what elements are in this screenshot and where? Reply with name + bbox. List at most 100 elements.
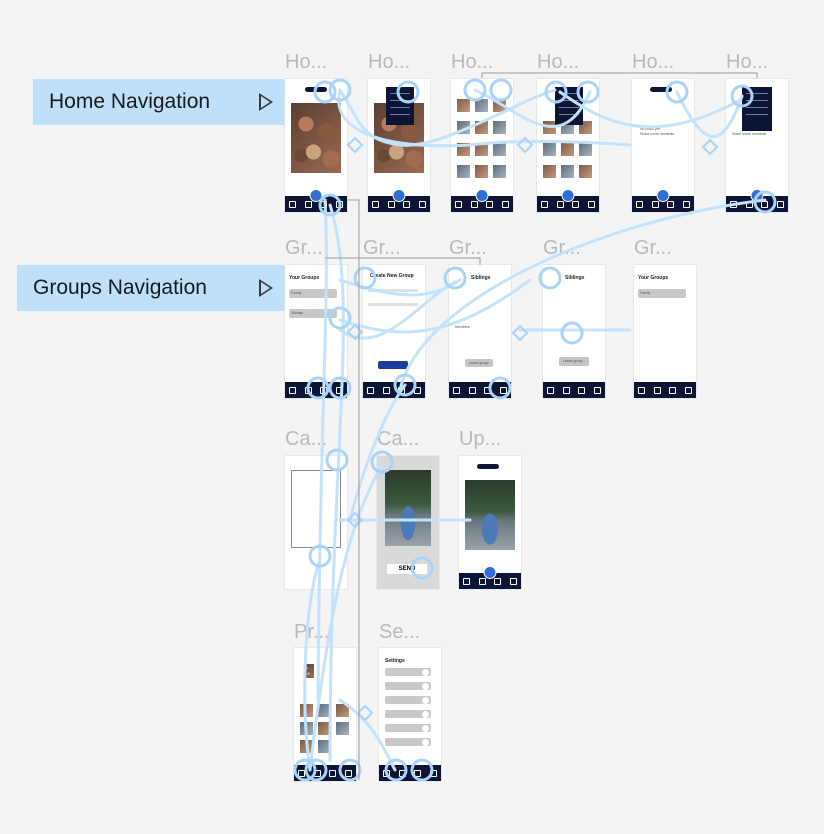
bottom-nav[interactable] xyxy=(294,765,356,781)
frame-title[interactable]: Gr... xyxy=(363,237,401,260)
photo-tile[interactable] xyxy=(457,165,470,178)
send-button[interactable]: SEND xyxy=(387,564,427,574)
screen-your-groups-2[interactable]: Your Groups Family xyxy=(634,265,696,398)
bottom-nav[interactable] xyxy=(379,765,441,781)
photo-tile[interactable] xyxy=(543,143,556,156)
bottom-nav[interactable] xyxy=(634,382,696,398)
bottom-nav[interactable] xyxy=(543,382,605,398)
group-row-siblings[interactable]: Siblings xyxy=(289,309,337,318)
bottom-nav[interactable] xyxy=(449,382,511,398)
photo-tile[interactable] xyxy=(318,722,331,735)
photo-tile[interactable] xyxy=(493,121,506,134)
settings-row[interactable] xyxy=(385,668,431,676)
frame-title[interactable]: Ho... xyxy=(537,51,579,74)
leave-group-button[interactable]: Leave group xyxy=(465,359,493,367)
group-selector[interactable] xyxy=(477,464,499,469)
frame-title[interactable]: Ho... xyxy=(368,51,410,74)
photo-tile[interactable] xyxy=(475,121,488,134)
photo-tile[interactable] xyxy=(579,143,592,156)
camera-button[interactable] xyxy=(561,189,575,202)
groups-icon[interactable] xyxy=(304,200,312,208)
group-selector[interactable] xyxy=(305,87,327,92)
screen-settings[interactable]: Settings xyxy=(379,648,441,781)
frame-title[interactable]: Se... xyxy=(379,621,420,644)
screen-your-groups[interactable]: Your Groups Family Siblings xyxy=(285,265,347,398)
bottom-nav[interactable] xyxy=(285,382,347,398)
frame-title[interactable]: Gr... xyxy=(285,237,323,260)
screen-home-empty-dropdown[interactable]: Share some moments xyxy=(726,79,788,212)
photo-tile[interactable] xyxy=(457,143,470,156)
frame-title[interactable]: Ca... xyxy=(377,428,419,451)
frame-title[interactable]: Ho... xyxy=(285,51,327,74)
photo-tile[interactable] xyxy=(493,165,506,178)
group-row-family[interactable]: Family xyxy=(638,289,686,298)
frame-title[interactable]: Ho... xyxy=(726,51,768,74)
settings-row[interactable] xyxy=(385,738,431,746)
frame-title[interactable]: Pr... xyxy=(294,621,330,644)
frame-title[interactable]: Ho... xyxy=(632,51,674,74)
frame-title[interactable]: Ca... xyxy=(285,428,327,451)
frame-title[interactable]: Gr... xyxy=(449,237,487,260)
camera-button[interactable] xyxy=(750,189,764,202)
settings-row[interactable] xyxy=(385,710,431,718)
group-dropdown[interactable] xyxy=(555,87,583,125)
photo-tile[interactable] xyxy=(336,722,349,735)
screen-siblings-menu[interactable]: Siblings Leave group xyxy=(543,265,605,398)
leave-group-button[interactable]: Leave group xyxy=(559,357,589,366)
frame-title[interactable]: Up... xyxy=(459,428,501,451)
screen-siblings[interactable]: Siblings Members Leave group xyxy=(449,265,511,398)
photo-tile[interactable] xyxy=(318,740,331,753)
photo-tile[interactable] xyxy=(318,704,331,717)
settings-row[interactable] xyxy=(385,724,431,732)
screen-home-grid-dropdown[interactable] xyxy=(537,79,599,212)
play-icon[interactable] xyxy=(259,93,273,111)
screen-home-grid[interactable] xyxy=(451,79,513,212)
frame-title[interactable]: Gr... xyxy=(634,237,672,260)
photo-tile[interactable] xyxy=(300,704,313,717)
photo-tile[interactable] xyxy=(493,99,506,112)
screen-upload-post[interactable] xyxy=(459,456,521,589)
photo-tile[interactable] xyxy=(475,143,488,156)
photo-tile[interactable] xyxy=(579,165,592,178)
screen-home-1[interactable] xyxy=(285,79,347,212)
camera-button[interactable] xyxy=(309,189,323,202)
settings-icon[interactable] xyxy=(335,200,343,208)
frame-title[interactable]: Gr... xyxy=(543,237,581,260)
group-row-family[interactable]: Family xyxy=(289,289,337,298)
camera-button[interactable] xyxy=(475,189,489,202)
screen-home-2[interactable] xyxy=(368,79,430,212)
photo-tile[interactable] xyxy=(300,722,313,735)
camera-button[interactable] xyxy=(656,189,670,202)
frame-title[interactable]: Ho... xyxy=(451,51,493,74)
photo-tile[interactable] xyxy=(543,165,556,178)
screen-create-group[interactable]: Create New Group xyxy=(363,265,425,398)
photo-tile[interactable] xyxy=(336,704,349,717)
settings-row[interactable] xyxy=(385,696,431,704)
screen-home-empty[interactable]: No posts yet! Share some moments xyxy=(632,79,694,212)
photo-tile[interactable] xyxy=(561,143,574,156)
group-dropdown[interactable] xyxy=(386,87,414,125)
bottom-nav[interactable] xyxy=(363,382,425,398)
screen-profile[interactable] xyxy=(294,648,356,781)
camera-button[interactable] xyxy=(483,566,497,579)
create-group-button[interactable] xyxy=(378,361,408,369)
profile-icon[interactable] xyxy=(320,200,328,208)
group-selector[interactable] xyxy=(650,87,672,92)
screen-camera-preview[interactable]: SEND xyxy=(377,456,439,589)
group-dropdown[interactable] xyxy=(742,87,772,131)
photo-tile[interactable] xyxy=(457,99,470,112)
photo-tile[interactable] xyxy=(457,121,470,134)
photo-tile[interactable] xyxy=(493,143,506,156)
play-icon[interactable] xyxy=(259,279,273,297)
group-name-input[interactable] xyxy=(368,289,418,292)
flow-start-home-navigation[interactable]: Home Navigation xyxy=(33,79,285,125)
photo-tile[interactable] xyxy=(475,99,488,112)
prototype-canvas[interactable]: Home Navigation Groups Navigation Ho... … xyxy=(0,0,824,834)
photo-tile[interactable] xyxy=(475,165,488,178)
photo-tile[interactable] xyxy=(300,740,313,753)
settings-row[interactable] xyxy=(385,682,431,690)
home-icon[interactable] xyxy=(289,200,297,208)
camera-button[interactable] xyxy=(392,189,406,202)
photo-tile[interactable] xyxy=(561,165,574,178)
screen-camera[interactable] xyxy=(285,456,347,589)
